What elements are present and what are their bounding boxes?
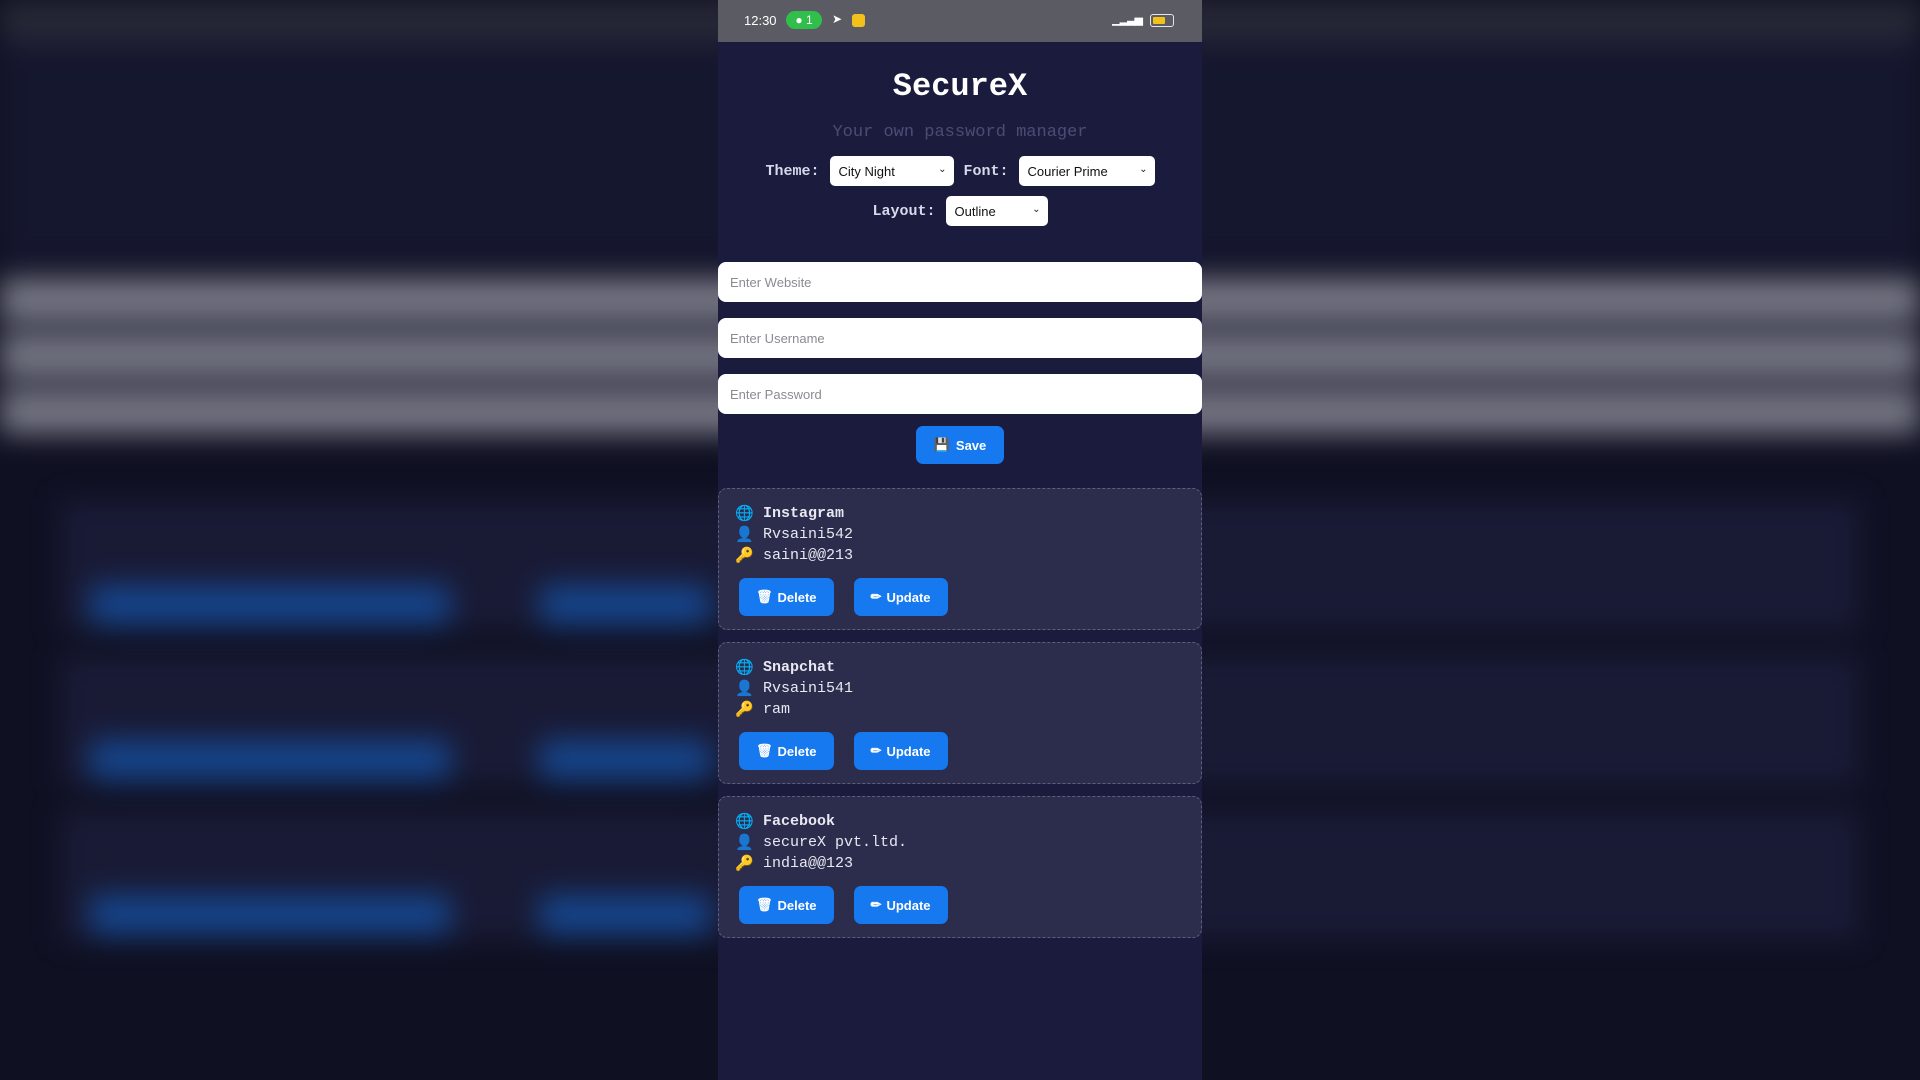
username-input[interactable] [718, 318, 1202, 358]
card-password: ram [763, 701, 791, 718]
card-username: Rvsaini541 [763, 680, 854, 697]
card-username-row: 👤 secureX pvt.ltd. [735, 832, 1185, 853]
update-button-label: Update [886, 743, 931, 759]
font-label: Font: [963, 162, 1009, 180]
delete-button[interactable]: 🗑 Delete [739, 732, 834, 770]
update-button[interactable]: ✏ Update [853, 578, 948, 616]
key-icon: 🔑 [735, 702, 754, 719]
backdrop-button [90, 585, 450, 625]
card-site: Snapchat [763, 659, 836, 676]
card-username: Rvsaini542 [763, 526, 854, 543]
update-button[interactable]: ✏ Update [853, 732, 948, 770]
card-password: india@@123 [763, 855, 854, 872]
password-card: 🌐 Facebook 👤 secureX pvt.ltd. 🔑 india@@1… [718, 796, 1202, 938]
card-site: Instagram [763, 505, 845, 522]
chevron-down-icon: ⌄ [1032, 204, 1041, 215]
user-icon: 👤 [735, 527, 754, 544]
battery-icon [1150, 14, 1174, 27]
status-time: 12:30 [744, 13, 777, 28]
password-list: 🌐 Instagram 👤 Rvsaini542 🔑 saini@@213 🗑 … [718, 488, 1202, 938]
password-card: 🌐 Instagram 👤 Rvsaini542 🔑 saini@@213 🗑 … [718, 488, 1202, 630]
globe-icon: 🌐 [735, 660, 754, 677]
settings-row: Theme: City Night ⌄ Font: Courier Prime … [718, 156, 1202, 186]
backdrop-button [90, 740, 450, 780]
update-button-label: Update [886, 897, 931, 913]
user-icon: 👤 [735, 835, 754, 852]
app-notification-icon [852, 14, 865, 27]
entry-form: 💾 Save [718, 262, 1202, 464]
globe-icon: 🌐 [735, 814, 754, 831]
phone-screen: 12:30 ● 1 ➤ ▁▂▃▅ SecureX Your own passwo… [718, 0, 1202, 1080]
card-username-row: 👤 Rvsaini541 [735, 678, 1185, 699]
notification-badge: ● 1 [786, 11, 822, 29]
key-icon: 🔑 [735, 548, 754, 565]
chevron-down-icon: ⌄ [1139, 164, 1148, 175]
user-icon: 👤 [735, 681, 754, 698]
floppy-disk-icon: 💾 [933, 437, 950, 452]
card-password-row: 🔑 saini@@213 [735, 545, 1185, 566]
pencil-icon: ✏ [870, 897, 882, 912]
layout-label: Layout: [872, 202, 936, 220]
chevron-down-icon: ⌄ [938, 164, 947, 175]
backdrop-button [90, 895, 450, 935]
card-actions: 🗑 Delete ✏ Update [739, 578, 1185, 616]
signal-icon: ▁▂▃▅ [1112, 14, 1143, 26]
card-actions: 🗑 Delete ✏ Update [739, 886, 1185, 924]
card-actions: 🗑 Delete ✏ Update [739, 732, 1185, 770]
font-select-value: Courier Prime [1027, 163, 1108, 179]
delete-button-label: Delete [777, 743, 817, 759]
theme-select[interactable]: City Night ⌄ [829, 156, 954, 186]
password-input[interactable] [718, 374, 1202, 414]
card-site-row: 🌐 Instagram [735, 503, 1185, 524]
trash-icon: 🗑 [756, 897, 773, 912]
app-title: SecureX [892, 68, 1028, 105]
theme-select-value: City Night [838, 163, 895, 179]
update-button-label: Update [886, 589, 931, 605]
card-site-row: 🌐 Facebook [735, 811, 1185, 832]
delete-button-label: Delete [777, 897, 817, 913]
trash-icon: 🗑 [756, 743, 773, 758]
pencil-icon: ✏ [870, 743, 882, 758]
navigation-arrow-icon: ➤ [832, 12, 843, 26]
delete-button[interactable]: 🗑 Delete [739, 886, 834, 924]
delete-button-label: Delete [777, 589, 817, 605]
card-username-row: 👤 Rvsaini542 [735, 524, 1185, 545]
card-password-row: 🔑 india@@123 [735, 853, 1185, 874]
save-button-label: Save [955, 437, 987, 453]
badge-count: 1 [805, 13, 813, 27]
font-select[interactable]: Courier Prime ⌄ [1018, 156, 1155, 186]
card-password: saini@@213 [763, 547, 854, 564]
card-site-row: 🌐 Snapchat [735, 657, 1185, 678]
card-password-row: 🔑 ram [735, 699, 1185, 720]
backdrop-button [540, 740, 710, 780]
backdrop-button [540, 895, 710, 935]
save-button[interactable]: 💾 Save [915, 426, 1005, 464]
layout-select[interactable]: Outline ⌄ [945, 196, 1048, 226]
pencil-icon: ✏ [870, 589, 882, 604]
status-bar: 12:30 ● 1 ➤ ▁▂▃▅ [718, 0, 1202, 42]
layout-row: Layout: Outline ⌄ [718, 196, 1202, 226]
card-site: Facebook [763, 813, 836, 830]
key-icon: 🔑 [735, 856, 754, 873]
save-wrapper: 💾 Save [718, 426, 1202, 464]
delete-button[interactable]: 🗑 Delete [739, 578, 834, 616]
password-card: 🌐 Snapchat 👤 Rvsaini541 🔑 ram 🗑 Delete ✏… [718, 642, 1202, 784]
globe-icon: 🌐 [735, 506, 754, 523]
trash-icon: 🗑 [756, 589, 773, 604]
backdrop-button [540, 585, 710, 625]
theme-label: Theme: [765, 162, 820, 180]
card-username: secureX pvt.ltd. [763, 834, 908, 851]
app-subtitle: Your own password manager [832, 123, 1088, 142]
website-input[interactable] [718, 262, 1202, 302]
update-button[interactable]: ✏ Update [853, 886, 948, 924]
layout-select-value: Outline [954, 203, 996, 219]
